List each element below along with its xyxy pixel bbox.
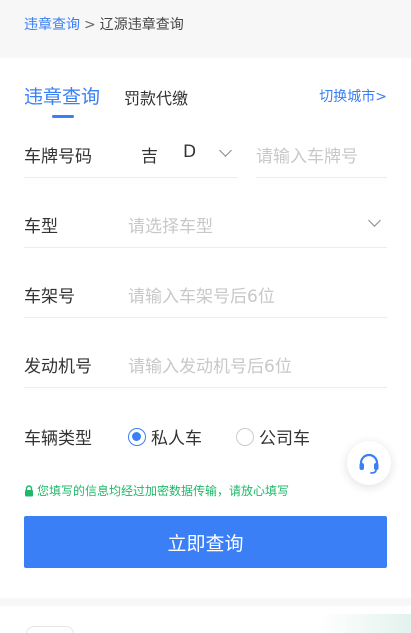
- plate-prefix-underline: [24, 177, 238, 178]
- radio-unchecked-icon: [236, 427, 254, 446]
- engine-number-input[interactable]: 请输入发动机号后6位: [128, 352, 292, 377]
- security-note-text: 您填写的信息均经过加密数据传输，请放心填写: [37, 484, 290, 498]
- plate-input[interactable]: 请输入车牌号: [256, 142, 358, 167]
- radio-company-car[interactable]: 公司车: [236, 424, 310, 449]
- radio-checked-icon: [128, 427, 146, 446]
- vehicle-type-row: 车型 请选择车型: [24, 198, 387, 248]
- plate-province: 吉: [141, 147, 158, 167]
- breadcrumb-link[interactable]: 违章查询: [24, 17, 80, 33]
- row-divider: [24, 387, 387, 388]
- vehicle-type-label: 车型: [24, 217, 58, 237]
- chevron-down-icon: [368, 214, 381, 227]
- engine-number-row: 发动机号 请输入发动机号后6位: [24, 338, 387, 388]
- tab-fine-payment[interactable]: 罚款代缴: [124, 85, 188, 109]
- query-card: 违章查询 罚款代缴 切换城市> 车牌号码 吉 D 请输入车牌号 车型 请选择车型…: [0, 58, 411, 598]
- plate-row: 车牌号码 吉 D 请输入车牌号: [24, 128, 387, 178]
- switch-city-link[interactable]: 切换城市>: [319, 86, 387, 106]
- section-tab-handle: [26, 626, 74, 633]
- vehicle-kind-label: 车辆类型: [24, 429, 92, 449]
- chevron-down-icon: [219, 144, 232, 157]
- radio-company-car-label: 公司车: [259, 429, 310, 449]
- submit-query-button[interactable]: 立即查询: [24, 516, 387, 568]
- decorative-banner: [321, 614, 411, 633]
- tab-violation-query-label: 违章查询: [24, 86, 101, 108]
- lock-icon: [25, 484, 33, 496]
- frame-number-input[interactable]: 请输入车架号后6位: [128, 282, 275, 307]
- breadcrumb-separator: >: [84, 17, 96, 33]
- plate-prefix-select[interactable]: 吉 D: [134, 128, 238, 178]
- tab-active-underline: [52, 115, 74, 118]
- frame-number-label: 车架号: [24, 287, 75, 307]
- radio-private-car-label: 私人车: [151, 429, 202, 449]
- row-divider: [24, 247, 387, 248]
- radio-private-car[interactable]: 私人车: [128, 424, 202, 449]
- breadcrumb: 违章查询 > 辽源违章查询: [24, 14, 184, 34]
- tab-bar: 违章查询 罚款代缴 切换城市>: [24, 82, 387, 118]
- engine-number-label: 发动机号: [24, 357, 92, 377]
- row-divider: [24, 317, 387, 318]
- customer-service-button[interactable]: [347, 441, 391, 485]
- frame-number-row: 车架号 请输入车架号后6位: [24, 268, 387, 318]
- tab-violation-query[interactable]: 违章查询: [24, 82, 101, 118]
- security-note: 您填写的信息均经过加密数据传输，请放心填写: [24, 482, 289, 499]
- headset-icon: [359, 453, 379, 474]
- vehicle-kind-row: 车辆类型 私人车 公司车: [24, 410, 387, 460]
- breadcrumb-current: 辽源违章查询: [99, 17, 184, 33]
- plate-input-underline: [256, 177, 387, 178]
- plate-label: 车牌号码: [24, 147, 92, 167]
- plate-letter: D: [183, 142, 197, 162]
- vehicle-type-select[interactable]: 请选择车型: [128, 212, 213, 237]
